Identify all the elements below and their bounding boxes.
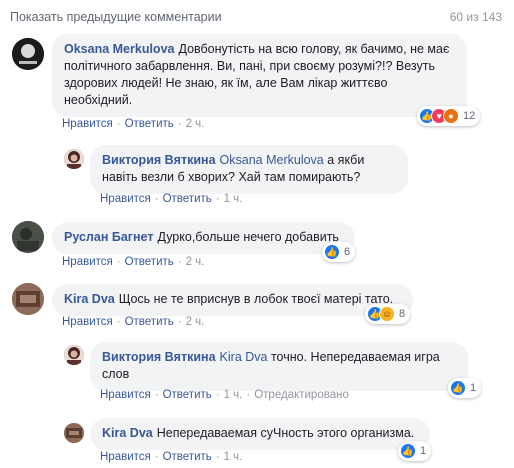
comment-text: Щось не те вприснув в лобок твоєї матері… xyxy=(118,292,394,306)
reply-bubble: Виктория Вяткина Oksana Merkulova а якби … xyxy=(90,145,408,194)
comment-time[interactable]: 1 ч. xyxy=(224,451,243,463)
reaction-summary[interactable]: 👍 ♥ ● 12 xyxy=(417,106,481,126)
reaction-summary[interactable]: 👍 1 xyxy=(448,378,482,398)
reaction-summary[interactable]: 👍 1 xyxy=(398,441,432,461)
comment-bubble: Kira Dva Щось не те вприснув в лобок твоє… xyxy=(52,284,413,316)
comment-time[interactable]: 2 ч. xyxy=(186,256,205,268)
reply-button[interactable]: Ответить xyxy=(163,389,212,401)
comment-time[interactable]: 1 ч. xyxy=(224,389,243,401)
reaction-count: 1 xyxy=(420,445,427,457)
comment-counter: 60 из 143 xyxy=(449,10,502,24)
like-button[interactable]: Нравится xyxy=(100,389,151,401)
reply-button[interactable]: Ответить xyxy=(125,256,174,268)
reaction-count: 6 xyxy=(344,246,351,258)
comment-author[interactable]: Kira Dva xyxy=(64,292,115,306)
like-icon: 👍 xyxy=(400,443,416,459)
comment-time[interactable]: 1 ч. xyxy=(224,193,243,205)
like-button[interactable]: Нравится xyxy=(62,118,113,130)
like-button[interactable]: Нравится xyxy=(62,316,113,328)
reply-button[interactable]: Ответить xyxy=(125,118,174,130)
comment-actions: Нравится · Ответить · 1 ч. · Отредактировано xyxy=(100,389,349,401)
reaction-count: 1 xyxy=(470,382,477,394)
comment-author[interactable]: Виктория Вяткина xyxy=(102,350,216,364)
comment-actions: Нравится · Ответить · 1 ч. xyxy=(100,193,243,205)
mention-link[interactable]: Oksana Merkulova xyxy=(220,153,324,167)
comment-author[interactable]: Kira Dva xyxy=(102,426,153,440)
comment-text: Непередаваемая суЧность этого организма. xyxy=(156,426,415,440)
reaction-count: 12 xyxy=(463,110,476,122)
comment-author[interactable]: Руслан Багнет xyxy=(64,230,153,244)
comment-author[interactable]: Виктория Вяткина xyxy=(102,153,216,167)
comments-header: Показать предыдущие комментарии 60 из 14… xyxy=(0,0,514,34)
like-icon: 👍 xyxy=(324,244,340,260)
comment-actions: Нравится · Ответить · 2 ч. xyxy=(62,316,205,328)
like-button[interactable]: Нравится xyxy=(62,256,113,268)
avatar[interactable] xyxy=(64,423,84,443)
comment-bubble: Oksana Merkulova Довбонутість на всю голо… xyxy=(52,34,467,117)
avatar[interactable] xyxy=(64,345,84,365)
reply-bubble: Kira Dva Непередаваемая суЧность этого ор… xyxy=(90,418,430,450)
avatar[interactable] xyxy=(12,283,44,315)
comment-actions: Нравится · Ответить · 2 ч. xyxy=(62,118,205,130)
reply-button[interactable]: Ответить xyxy=(163,451,212,463)
comment-text: Дурко,больше нечего добавить xyxy=(157,230,339,244)
comment-author[interactable]: Oksana Merkulova xyxy=(64,42,174,56)
like-icon: 👍 xyxy=(450,380,466,396)
comment-time[interactable]: 2 ч. xyxy=(186,118,205,130)
reply-button[interactable]: Ответить xyxy=(163,193,212,205)
edited-label[interactable]: Отредактировано xyxy=(254,389,349,401)
view-previous-comments-link[interactable]: Показать предыдущие комментарии xyxy=(10,10,222,24)
reply-button[interactable]: Ответить xyxy=(125,316,174,328)
avatar[interactable] xyxy=(12,221,44,253)
reply-bubble: Виктория Вяткина Kira Dva точно. Непереда… xyxy=(90,342,468,391)
haha-icon: ☺ xyxy=(379,306,395,322)
comment-time[interactable]: 2 ч. xyxy=(186,316,205,328)
comment-actions: Нравится · Ответить · 2 ч. xyxy=(62,256,205,268)
avatar[interactable] xyxy=(64,149,84,169)
angry-icon: ● xyxy=(443,108,459,124)
like-button[interactable]: Нравится xyxy=(100,451,151,463)
like-button[interactable]: Нравится xyxy=(100,193,151,205)
comment-bubble: Руслан Багнет Дурко,больше нечего добавит… xyxy=(52,222,355,254)
mention-link[interactable]: Kira Dva xyxy=(220,350,268,364)
reaction-summary[interactable]: 👍 ☺ 8 xyxy=(365,304,411,324)
reaction-count: 8 xyxy=(399,308,406,320)
comment-actions: Нравится · Ответить · 1 ч. xyxy=(100,451,243,463)
reaction-summary[interactable]: 👍 6 xyxy=(322,242,356,262)
avatar[interactable] xyxy=(12,38,44,70)
